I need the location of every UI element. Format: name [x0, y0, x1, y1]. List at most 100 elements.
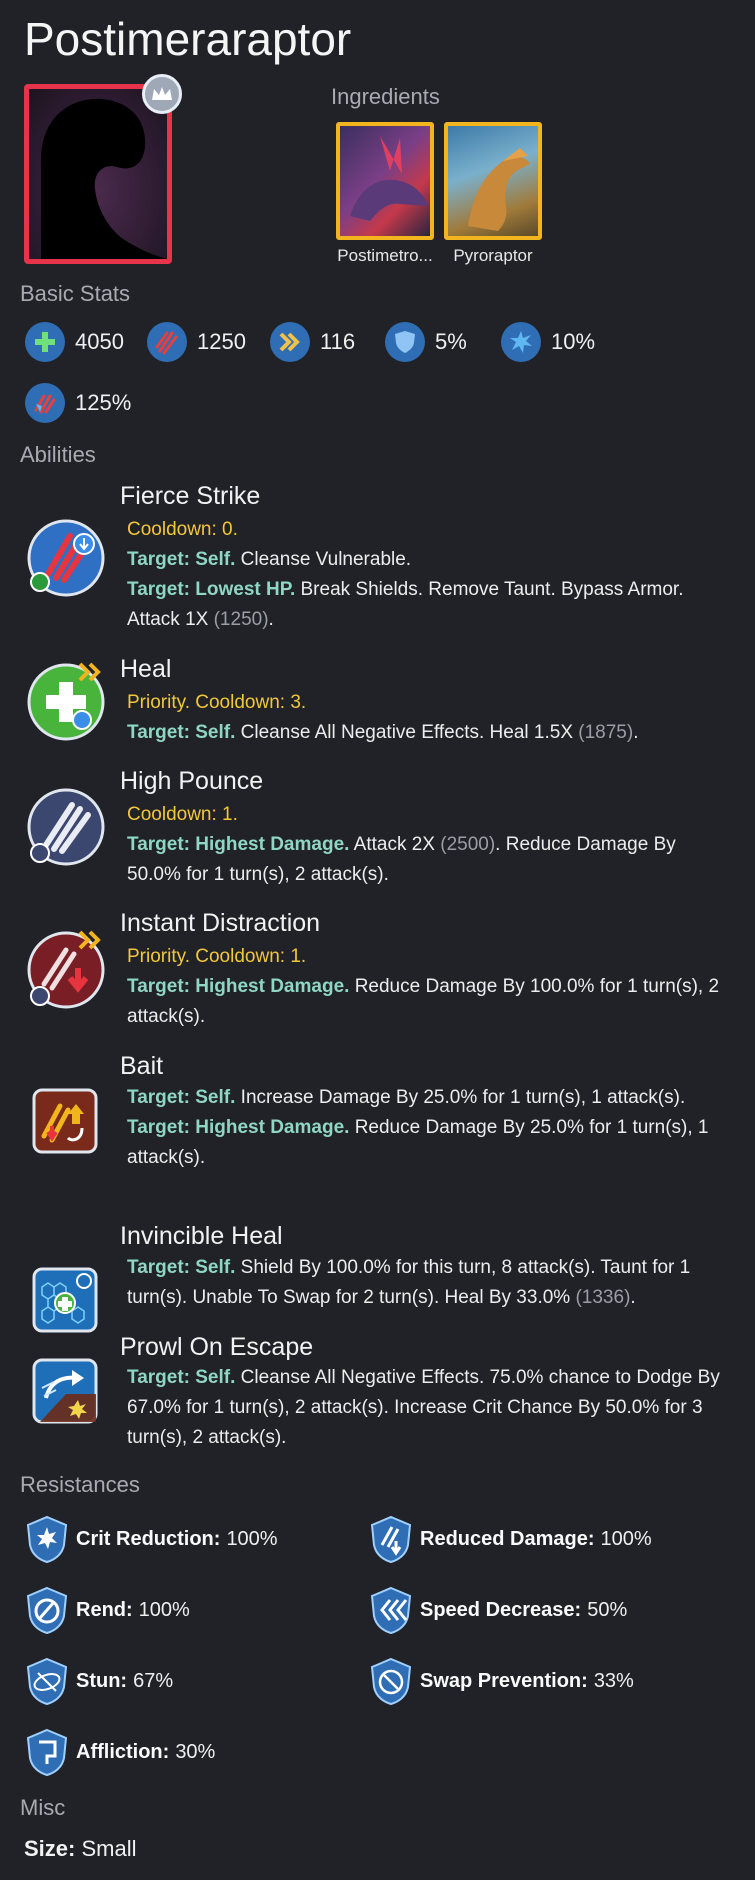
fierce-strike-icon[interactable] [26, 518, 106, 598]
ability-damage-value: (2500) [440, 834, 496, 855]
ability-description: Cooldown: 1. Target: Highest Damage. Att… [127, 800, 727, 890]
creature-portrait[interactable] [24, 84, 172, 264]
ability-effect-line: Target: Lowest HP. Break Shields. Remove… [127, 575, 727, 635]
ability-description: Priority. Cooldown: 3. Target: Self. Cle… [127, 688, 727, 748]
ability-name: Fierce Strike [120, 482, 261, 510]
damage-icon [147, 322, 187, 362]
pyroraptor-art-icon [468, 148, 530, 231]
ability-description: Cooldown: 0. Target: Self. Cleanse Vulne… [127, 515, 727, 635]
ability-heal-value: (1875) [578, 722, 634, 743]
basic-stats-label: Basic Stats [20, 281, 131, 306]
bait-icon[interactable] [32, 1088, 98, 1154]
size-label: Size: [24, 1836, 76, 1861]
armor-icon [385, 322, 425, 362]
stun-icon [26, 1657, 68, 1705]
resistance-name: Affliction: [76, 1740, 170, 1763]
ability-cooldown: Priority. Cooldown: 3. [127, 692, 307, 713]
ingredient-card-postimetrodon[interactable] [336, 122, 434, 240]
ability-effect-line: Target: Self. Shield By 100.0% for this … [127, 1253, 727, 1313]
ability-target: Target: Lowest HP. [127, 579, 296, 600]
prowl-on-escape-icon[interactable] [32, 1358, 98, 1424]
invincible-heal-icon[interactable] [32, 1267, 98, 1333]
ability-name: Heal [120, 655, 172, 683]
ability-effect: Increase Damage By 25.0% for 1 turn(s), … [235, 1087, 686, 1108]
stat-value: 1250 [197, 329, 246, 354]
ability-effect-line: Target: Self. Cleanse All Negative Effec… [127, 1363, 727, 1453]
ability-name: Bait [120, 1052, 164, 1080]
ability-name: High Pounce [120, 767, 264, 795]
stat-health: 4050 [25, 322, 124, 362]
ability-name: Invincible Heal [120, 1222, 283, 1250]
size-row: Size: Small [24, 1836, 137, 1862]
ingredient-name: Pyroraptor [453, 246, 533, 265]
ability-effect-line: Target: Highest Damage. Reduce Damage By… [127, 972, 727, 1032]
resistances-label: Resistances [20, 1472, 140, 1497]
ability-cooldown: Cooldown: 0. [127, 519, 238, 540]
ability-effect: Cleanse All Negative Effects. Heal 1.5X [235, 722, 579, 743]
ability-effect-tail: . [630, 1287, 636, 1308]
resistance-name: Stun: [76, 1669, 128, 1692]
resistance-value: 100% [226, 1527, 278, 1550]
ability-name: Prowl On Escape [120, 1333, 314, 1361]
ability-effect-tail: . [633, 722, 639, 743]
resistance-value: 100% [600, 1527, 652, 1550]
resistance-value: 30% [175, 1740, 216, 1763]
reduced-damage-icon [370, 1515, 412, 1563]
stat-value: 116 [320, 329, 356, 354]
resistance-value: 50% [587, 1598, 628, 1621]
ability-cooldown: Cooldown: 1. [127, 804, 238, 825]
ability-cooldown: Priority. Cooldown: 1. [127, 946, 307, 967]
ability-effect-line: Target: Self. Cleanse Vulnerable. [127, 545, 727, 575]
stat-crit-chance: 10% [501, 322, 595, 362]
ability-effect-line: Target: Self. Increase Damage By 25.0% f… [127, 1083, 727, 1113]
heal-icon[interactable] [26, 662, 106, 742]
ability-effect-line: Target: Highest Damage. Attack 2X (2500)… [127, 830, 727, 890]
resistance-affliction: Affliction: 30% [26, 1728, 215, 1776]
ingredient-name: Postimetro... [337, 246, 433, 265]
crit-reduction-icon [26, 1515, 68, 1563]
ability-target: Target: Self. [127, 1087, 236, 1108]
health-icon [25, 322, 65, 362]
ability-description: Target: Self. Increase Damage By 25.0% f… [127, 1083, 727, 1173]
stat-value: 4050 [75, 329, 124, 354]
ability-description: Priority. Cooldown: 1. Target: Highest D… [127, 942, 727, 1032]
high-pounce-icon[interactable] [26, 787, 106, 867]
size-value: Small [81, 1836, 137, 1861]
resistance-name: Crit Reduction: [76, 1527, 221, 1550]
postimetrodon-art-icon [350, 136, 428, 221]
resistance-name: Speed Decrease: [420, 1598, 582, 1621]
stat-crit-multiplier: 125% [25, 383, 131, 423]
resistance-swap-prevention: Swap Prevention: 33% [370, 1657, 634, 1705]
ability-effect-line: Target: Self. Cleanse All Negative Effec… [127, 718, 727, 748]
resistance-rend: Rend: 100% [26, 1586, 190, 1634]
ability-target: Target: Self. [127, 1367, 236, 1388]
page-title: Postimeraraptor [24, 13, 352, 65]
stat-damage: 1250 [147, 322, 246, 362]
rend-icon [26, 1586, 68, 1634]
ability-effect-tail: . [268, 609, 274, 630]
speed-decrease-icon [370, 1586, 412, 1634]
resistance-crit-reduction: Crit Reduction: 100% [26, 1515, 278, 1563]
ability-name: Instant Distraction [120, 909, 321, 937]
ability-effect: Attack 2X [349, 834, 441, 855]
misc-label: Misc [20, 1795, 66, 1820]
swap-prevention-icon [370, 1657, 412, 1705]
creature-silhouette-icon [41, 98, 167, 259]
crit-multiplier-icon [25, 383, 65, 423]
ability-target: Target: Self. [127, 549, 236, 570]
stat-speed: 116 [270, 322, 355, 362]
unique-rarity-crown-icon [142, 74, 182, 114]
resistance-name: Rend: [76, 1598, 133, 1621]
stat-value: 5% [435, 329, 467, 354]
stat-value: 10% [551, 329, 596, 354]
instant-distraction-icon[interactable] [26, 930, 106, 1010]
resistance-stun: Stun: 67% [26, 1657, 173, 1705]
ingredients-label: Ingredients [331, 84, 440, 109]
ability-target: Target: Highest Damage. [127, 976, 350, 997]
ability-damage-value: (1250) [213, 609, 269, 630]
speed-icon [270, 322, 310, 362]
ability-target: Target: Self. [127, 722, 236, 743]
ingredient-card-pyroraptor[interactable] [444, 122, 542, 240]
ability-target: Target: Highest Damage. [127, 834, 350, 855]
resistance-value: 33% [593, 1669, 634, 1692]
